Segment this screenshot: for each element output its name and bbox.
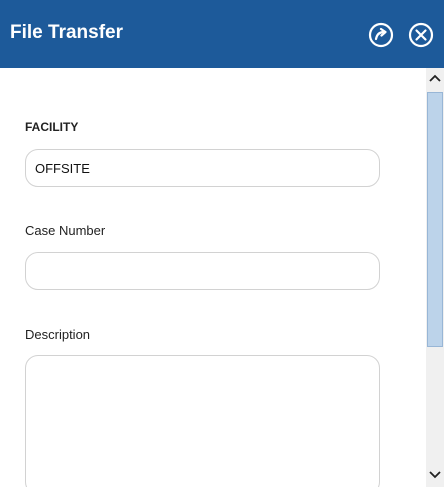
popout-button[interactable]	[368, 22, 394, 48]
vertical-scrollbar[interactable]	[426, 68, 444, 487]
description-label: Description	[25, 327, 91, 342]
close-button[interactable]	[408, 22, 434, 48]
popout-arrow-circle-icon	[368, 22, 394, 48]
scroll-down-button[interactable]	[426, 464, 444, 484]
chevron-down-icon	[429, 471, 441, 479]
close-circle-icon	[408, 22, 434, 48]
facility-label: FACILITY	[25, 120, 79, 134]
chevron-up-icon	[429, 74, 441, 82]
file-transfer-window: File Transfer FACILITY Case Number Descr…	[0, 0, 444, 487]
title-bar: File Transfer	[0, 0, 444, 68]
case-number-label: Case Number	[25, 223, 106, 238]
scroll-thumb[interactable]	[427, 92, 443, 347]
facility-field[interactable]	[25, 149, 380, 187]
window-title: File Transfer	[10, 22, 123, 43]
case-number-field[interactable]	[25, 252, 380, 290]
description-field[interactable]	[25, 355, 380, 487]
scroll-up-button[interactable]	[426, 68, 444, 88]
form-content: FACILITY Case Number Description	[0, 68, 426, 487]
